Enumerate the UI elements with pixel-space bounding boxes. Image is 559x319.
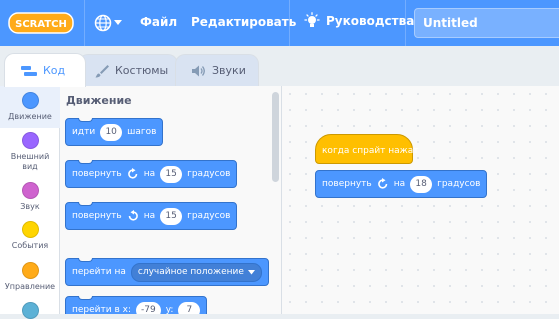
category-sensing[interactable]	[0, 302, 60, 319]
tab-sounds[interactable]: Звуки	[175, 54, 259, 86]
menu-bar: SCRATCH Файл Редактировать Руководства	[0, 0, 559, 46]
block-notch	[78, 160, 93, 164]
palette-scrollbar[interactable]	[272, 92, 279, 182]
code-area[interactable]: когда спрайт нажат повернуть на 18 граду…	[282, 86, 559, 314]
block-text: градусов	[437, 179, 481, 189]
block-text: идти	[72, 127, 96, 137]
rotate-right-icon	[127, 168, 138, 179]
category-label: Управление	[4, 282, 56, 291]
block-turn-left[interactable]: повернуть на 15 градусов	[65, 202, 238, 230]
target-dropdown[interactable]: случайное положение	[130, 262, 262, 282]
category-label: Внешний вид	[10, 152, 50, 171]
menu-divider	[289, 0, 290, 46]
block-go-to-xy[interactable]: перейти в x: -79 y: 7	[65, 296, 208, 314]
category-label: Движение	[8, 112, 52, 121]
category-label: Звук	[20, 202, 40, 211]
block-text: градусов	[187, 211, 231, 221]
block-text: повернуть	[72, 211, 122, 221]
tab-code-label: Код	[43, 64, 66, 77]
degrees-input[interactable]: 15	[160, 165, 183, 183]
speaker-icon	[192, 65, 205, 76]
lightbulb-icon	[304, 12, 320, 27]
category-label: События	[11, 241, 49, 250]
block-text: повернуть	[72, 169, 122, 179]
brush-icon	[95, 64, 109, 77]
block-text: перейти на	[72, 267, 126, 277]
block-notch	[78, 118, 93, 122]
category-dot	[21, 132, 39, 149]
tutorials-label: Руководства	[326, 14, 415, 28]
rotate-left-icon	[128, 210, 138, 221]
block-go-to[interactable]: перейти на случайное положение	[65, 258, 269, 286]
menu-file[interactable]: Файл	[140, 15, 177, 29]
y-input[interactable]: 7	[178, 301, 201, 314]
category-dot	[21, 182, 39, 199]
category-motion[interactable]: Движение	[0, 86, 60, 128]
caret-down-icon	[114, 20, 122, 25]
category-sound[interactable]: Звук	[0, 182, 60, 212]
tutorials-button[interactable]: Руководства	[303, 12, 414, 30]
tab-costumes[interactable]: Костюмы	[78, 54, 178, 86]
language-menu[interactable]	[94, 12, 128, 34]
degrees-input[interactable]: 15	[160, 207, 183, 225]
category-menu: Движение Внешний вид Звук События Управл…	[0, 86, 60, 319]
degrees-input[interactable]: 18	[410, 175, 433, 193]
block-text: перейти в x:	[72, 305, 131, 314]
block-text: на	[393, 179, 406, 189]
x-input[interactable]: -79	[136, 301, 161, 314]
category-dot	[21, 221, 39, 238]
block-text: повернуть	[322, 179, 372, 189]
block-notch	[78, 296, 93, 300]
block-text: когда спрайт нажат	[322, 146, 419, 156]
block-text: градусов	[187, 169, 231, 179]
editor-tabs: Код Костюмы Звуки	[0, 46, 559, 87]
block-turn-right-script[interactable]: повернуть на 18 градусов	[315, 170, 488, 198]
block-notch	[78, 202, 93, 206]
category-events[interactable]: События	[0, 221, 60, 251]
globe-icon	[94, 14, 112, 32]
tab-code[interactable]: Код	[4, 53, 86, 87]
project-title-input[interactable]	[414, 8, 559, 38]
category-control[interactable]: Управление	[0, 262, 60, 292]
tab-sounds-label: Звуки	[212, 64, 246, 77]
block-text: y:	[165, 305, 174, 314]
block-text: на	[143, 211, 156, 221]
menu-divider	[405, 0, 406, 46]
category-looks[interactable]: Внешний вид	[0, 132, 60, 172]
category-dot	[21, 302, 39, 319]
menu-divider	[84, 0, 85, 46]
block-palette: Движение идти 10 шагов повернуть на 15 г…	[60, 86, 282, 314]
rotate-right-icon	[377, 178, 388, 189]
logo-text: SCRATCH	[15, 19, 67, 30]
category-dot	[21, 92, 39, 109]
code-icon	[21, 65, 37, 76]
block-when-sprite-clicked[interactable]: когда спрайт нажат	[315, 134, 419, 164]
tab-costumes-label: Костюмы	[115, 64, 169, 77]
category-dot	[21, 262, 39, 279]
dropdown-value: случайное положение	[137, 267, 244, 277]
menu-edit[interactable]: Редактировать	[191, 15, 296, 29]
palette-heading: Движение	[66, 94, 132, 107]
block-move-steps[interactable]: идти 10 шагов	[65, 118, 164, 146]
steps-input[interactable]: 10	[100, 123, 123, 141]
block-text: на	[143, 169, 156, 179]
caret-down-icon	[247, 269, 255, 274]
block-notch	[78, 258, 93, 262]
block-text: шагов	[127, 127, 157, 137]
block-turn-right[interactable]: повернуть на 15 градусов	[65, 160, 238, 188]
scratch-logo[interactable]: SCRATCH	[8, 12, 74, 34]
